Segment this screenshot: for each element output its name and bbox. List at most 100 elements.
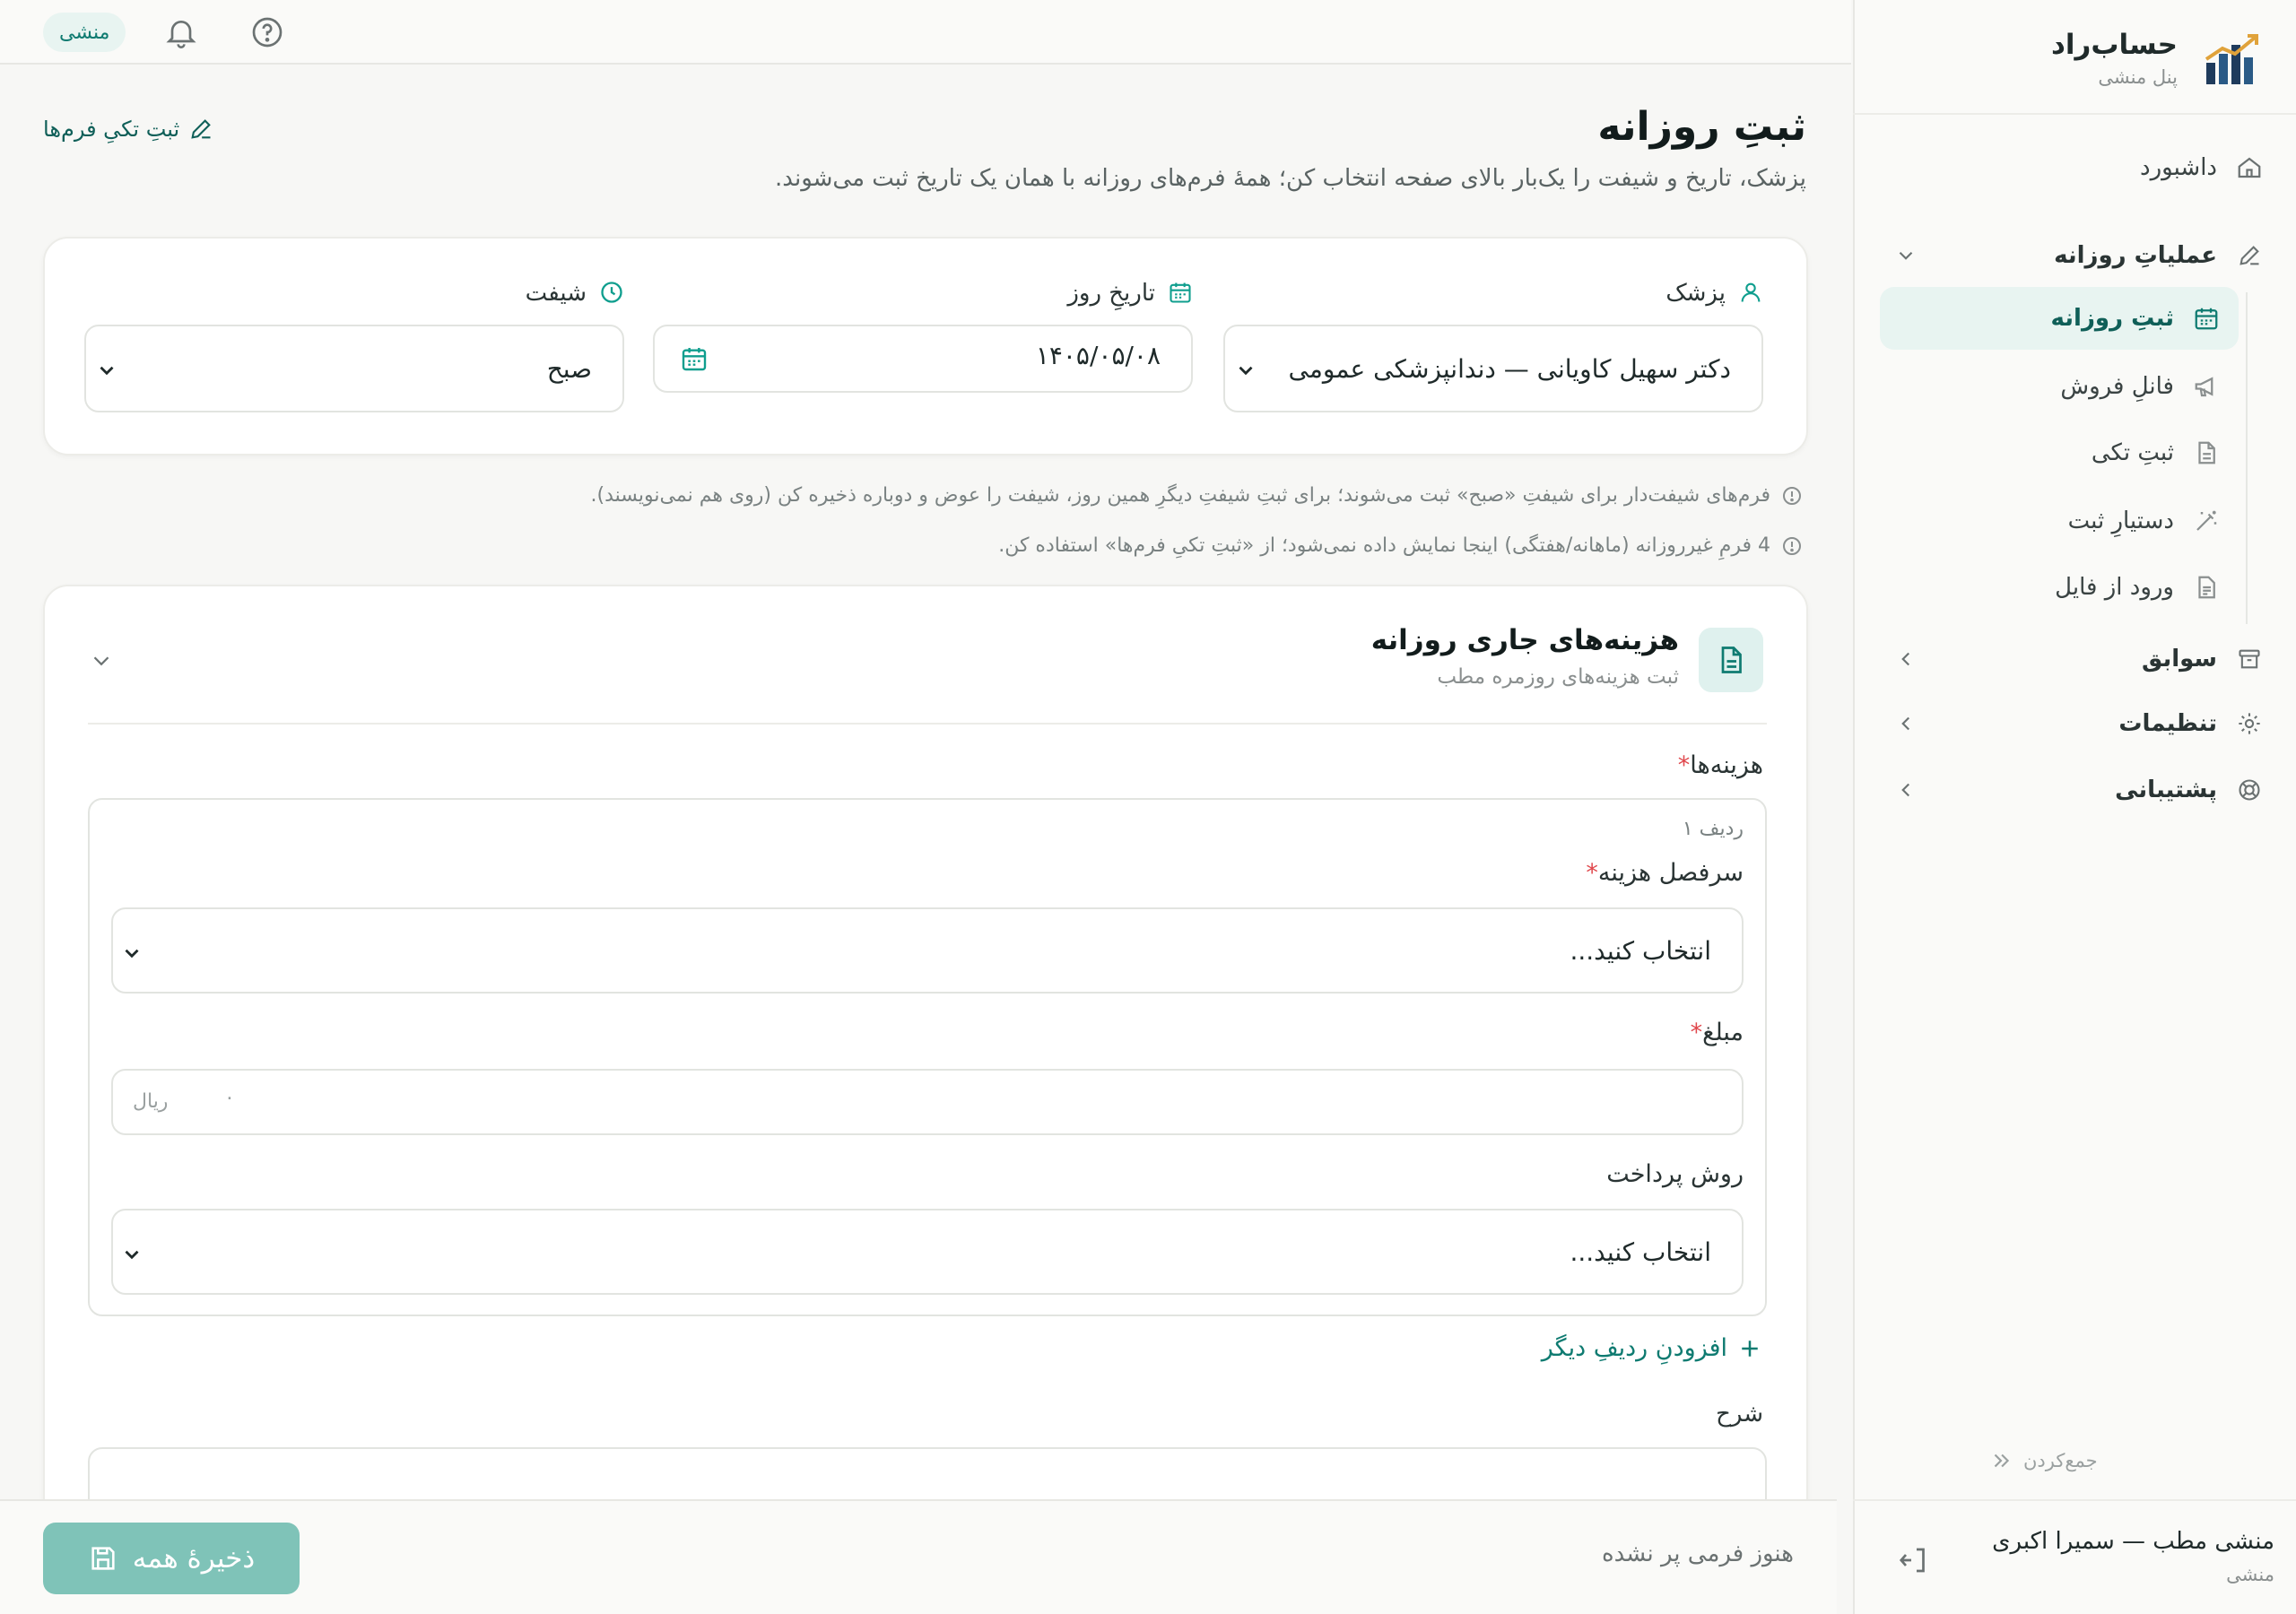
page-description: پزشک، تاریخ و شیفت را یک‌بار بالای صفحه …: [775, 165, 1806, 192]
shift-select-value: صبح: [546, 353, 592, 384]
sidebar-group-label: سوابق: [2142, 646, 2217, 672]
sidebar-item-single-entry[interactable]: ثبتِ تکی: [1880, 421, 2239, 484]
payment-method-select[interactable]: انتخاب کنید...: [111, 1209, 1744, 1295]
chevron-left-icon: [1894, 778, 1918, 802]
chevron-down-icon: [95, 359, 118, 382]
sidebar-group-label: عملیاتِ روزانه: [2054, 242, 2217, 269]
chevron-down-icon: [1234, 359, 1257, 382]
form-title: هزینه‌های جاری روزانه: [1370, 624, 1679, 656]
shift-label-text: شیفت: [525, 280, 587, 307]
expense-row: ردیف ۱ سرفصل هزینه* انتخاب کنید... مبلغ*…: [88, 798, 1767, 1316]
amount-unit: ریال: [133, 1090, 169, 1113]
expense-head-label: سرفصل هزینه*: [1578, 859, 1744, 887]
sidebar-group-settings[interactable]: تنظیمات: [1880, 694, 2266, 753]
add-row-button[interactable]: افزودنِ ردیفِ دیگر: [1542, 1334, 1763, 1362]
logo-icon: [2203, 32, 2260, 86]
doctor-label: پزشک: [1665, 280, 1763, 307]
calendar-icon: [2190, 302, 2222, 334]
required-marker: *: [1586, 859, 1598, 887]
expense-head-value: انتخاب کنید...: [1570, 936, 1711, 966]
expense-head-select[interactable]: انتخاب کنید...: [111, 907, 1744, 994]
megaphone-icon: [2190, 370, 2222, 403]
doctor-select[interactable]: دکتر سهیل کاویانی — دندانپزشکی عمومی: [1223, 325, 1763, 412]
expense-form-card: هزینه‌های جاری روزانه ثبت هزینه‌های روزم…: [43, 585, 1808, 1614]
page-title: ثبتِ روزانه: [1597, 104, 1806, 150]
user-icon: [1736, 280, 1763, 307]
sidebar-item-label: ثبتِ تکی: [2091, 439, 2174, 466]
submenu-rail: [2246, 292, 2248, 624]
date-label: تاریخِ روز: [1067, 280, 1193, 307]
topbar: منشی: [0, 0, 1851, 65]
sidebar: حساب‌راد پنل منشی داشبورد عملیاتِ روزانه…: [1853, 0, 2296, 1614]
sidebar-item-label: داشبورد: [2140, 154, 2217, 181]
save-all-button[interactable]: ذخیرهٔ همه: [43, 1523, 300, 1594]
chevron-down-icon: [120, 1243, 144, 1266]
status-text: هنوز فرمی پر نشده: [1602, 1540, 1794, 1567]
brand-subtitle: پنل منشی: [2098, 66, 2178, 88]
chevron-left-icon: [1894, 647, 1918, 671]
sidebar-group-label: تنظیمات: [2118, 710, 2217, 737]
row-title: ردیف ۱: [1682, 818, 1744, 840]
magic-wand-icon: [2190, 505, 2222, 537]
date-input[interactable]: ۱۴۰۵/۰۵/۰۸: [653, 325, 1193, 393]
expenses-label-text: هزینه‌ها: [1690, 751, 1763, 779]
hint-non-daily: 4 فرمِ غیرروزانه (ماهانه/هفتگی) اینجا نم…: [998, 534, 1803, 557]
filter-card: پزشک دکتر سهیل کاویانی — دندانپزشکی عموم…: [43, 237, 1808, 456]
collapse-sidebar-button[interactable]: جمع‌کردن: [1989, 1449, 2098, 1472]
calendar-icon[interactable]: [676, 344, 709, 377]
chevron-left-icon: [1894, 712, 1918, 735]
user-panel: منشی مطب — سمیرا اکبری منشی: [1880, 1524, 2274, 1596]
bell-icon[interactable]: [161, 14, 199, 52]
sidebar-item-label: دستیارِ ثبت: [2067, 508, 2174, 534]
archive-icon: [2233, 643, 2266, 675]
calendar-icon: [1166, 280, 1193, 307]
document-icon: [1699, 628, 1763, 692]
sidebar-item-label: فانلِ فروش: [2060, 373, 2174, 400]
single-entry-link[interactable]: ثبتِ تکیِ فرم‌ها: [43, 117, 213, 142]
pencil-icon: [2233, 239, 2266, 272]
hint-shift: فرم‌های شیفت‌دار برای شیفتِ «صبح» ثبت می…: [591, 484, 1803, 507]
expense-head-label-text: سرفصل هزینه: [1597, 859, 1744, 887]
user-role: منشی: [2226, 1564, 2274, 1585]
sidebar-item-import-file[interactable]: ورود از فایل: [1880, 556, 2239, 619]
amount-input[interactable]: ۰ ریال: [111, 1069, 1744, 1135]
shift-label: شیفت: [526, 280, 624, 307]
brand: حساب‌راد پنل منشی: [1883, 25, 2260, 88]
chevron-down-icon[interactable]: [88, 647, 115, 674]
brand-name: حساب‌راد: [2050, 29, 2178, 61]
save-all-label: ذخیرهٔ همه: [132, 1542, 256, 1575]
info-icon: [1781, 485, 1803, 507]
bottom-bar: ذخیرهٔ همه هنوز فرمی پر نشده: [0, 1499, 1837, 1614]
amount-label: مبلغ*: [1683, 1019, 1744, 1046]
clock-icon: [597, 280, 624, 307]
help-icon[interactable]: [248, 14, 285, 52]
single-entry-link-label: ثبتِ تکیِ فرم‌ها: [43, 117, 180, 142]
collapse-label: جمع‌کردن: [2023, 1450, 2098, 1471]
sidebar-group-daily-ops[interactable]: عملیاتِ روزانه: [1880, 226, 2266, 285]
sidebar-item-dashboard[interactable]: داشبورد: [1880, 138, 2266, 197]
role-badge: منشی: [43, 13, 126, 52]
amount-placeholder: ۰: [224, 1087, 235, 1109]
save-icon: [88, 1543, 118, 1574]
sidebar-group-support[interactable]: پشتیبانی: [1880, 760, 2266, 820]
sidebar-item-sales-funnel[interactable]: فانلِ فروش: [1880, 355, 2239, 418]
divider: [1853, 1499, 2296, 1501]
payment-method-value: انتخاب کنید...: [1570, 1237, 1711, 1267]
plus-icon: [1736, 1335, 1763, 1362]
required-marker: *: [1690, 1019, 1703, 1046]
home-icon: [2233, 152, 2266, 184]
shift-select[interactable]: صبح: [84, 325, 624, 412]
sidebar-group-history[interactable]: سوابق: [1880, 629, 2266, 689]
chevron-down-icon: [120, 941, 144, 965]
document-icon: [2190, 437, 2222, 469]
date-label-text: تاریخِ روز: [1067, 280, 1155, 307]
form-subtitle: ثبت هزینه‌های روزمره مطب: [1437, 665, 1679, 689]
sidebar-group-label: پشتیبانی: [2115, 777, 2217, 803]
date-input-value: ۱۴۰۵/۰۵/۰۸: [1035, 341, 1161, 370]
doctor-select-value: دکتر سهیل کاویانی — دندانپزشکی عمومی: [1288, 353, 1731, 384]
double-chevron-right-icon: [1989, 1449, 2013, 1472]
sidebar-item-daily-entry[interactable]: ثبتِ روزانه: [1880, 287, 2239, 350]
logout-icon[interactable]: [1894, 1544, 1930, 1580]
gear-icon: [2233, 707, 2266, 740]
sidebar-item-entry-assistant[interactable]: دستیارِ ثبت: [1880, 490, 2239, 552]
